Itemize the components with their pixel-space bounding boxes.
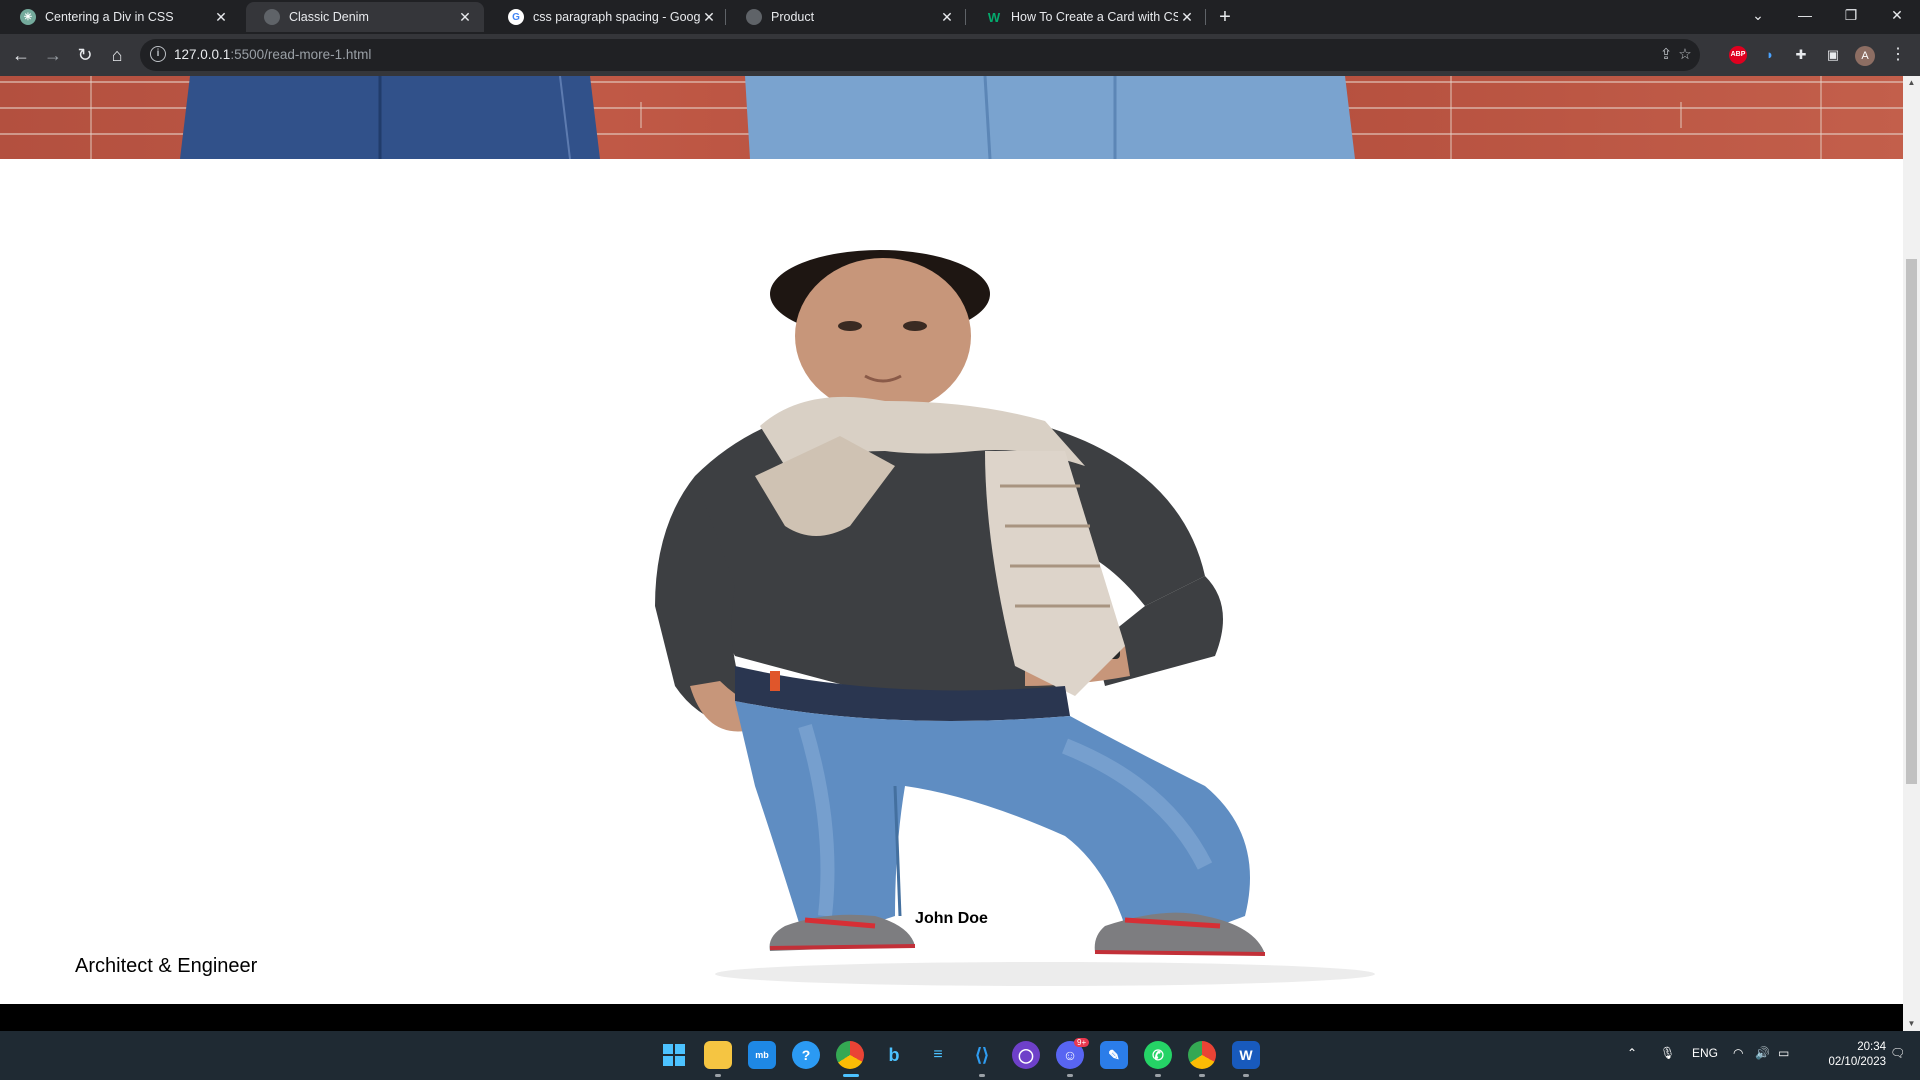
w3schools-icon: W bbox=[987, 9, 1001, 25]
github-icon[interactable]: ◯ bbox=[1012, 1041, 1040, 1069]
discord-badge: 9+ bbox=[1074, 1038, 1090, 1047]
reload-button[interactable]: ↻ bbox=[73, 43, 97, 67]
globe-icon bbox=[264, 9, 280, 25]
bing-icon[interactable]: b bbox=[880, 1041, 908, 1069]
close-icon[interactable]: ✕ bbox=[1178, 9, 1196, 26]
tab-centering-div[interactable]: ✳ Centering a Div in CSS ✕ bbox=[2, 2, 240, 32]
whatsapp-icon[interactable]: ✆ bbox=[1144, 1041, 1172, 1069]
battery-icon[interactable]: ▭ bbox=[1778, 1046, 1789, 1060]
url-path: :5500/read-more-1.html bbox=[230, 47, 372, 62]
product-image bbox=[655, 250, 1375, 986]
chrome-icon[interactable] bbox=[836, 1041, 864, 1069]
chatgpt-icon: ✳ bbox=[20, 9, 36, 25]
share-icon[interactable]: ⇪ bbox=[1656, 45, 1676, 65]
tab-search-chevron-icon[interactable]: ⌄ bbox=[1735, 0, 1781, 30]
home-button[interactable]: ⌂ bbox=[105, 43, 129, 67]
forward-button[interactable]: → bbox=[41, 43, 65, 67]
adblock-plus-icon[interactable]: ABP bbox=[1729, 46, 1747, 64]
voice-icon[interactable]: ◗ bbox=[1759, 44, 1781, 66]
tab-strip: ✳ Centering a Div in CSS ✕ Classic Denim… bbox=[0, 0, 1920, 34]
footer-bar bbox=[0, 1004, 1903, 1031]
volume-icon[interactable]: 🔊 bbox=[1755, 1046, 1770, 1060]
tab-title: Centering a Div in CSS bbox=[45, 10, 174, 24]
address-bar[interactable]: i 127.0.0.1:5500/read-more-1.html ⇪ ☆ bbox=[140, 39, 1700, 71]
scroll-down-arrow-icon[interactable]: ▼ bbox=[1903, 1017, 1920, 1031]
tab-separator bbox=[725, 9, 726, 25]
windows-start-icon[interactable] bbox=[660, 1041, 688, 1069]
minimize-button[interactable]: — bbox=[1782, 0, 1828, 30]
taskbar-indicator bbox=[715, 1074, 721, 1077]
scroll-up-arrow-icon[interactable]: ▲ bbox=[1903, 76, 1920, 90]
close-icon[interactable]: ✕ bbox=[700, 9, 718, 26]
microphone-icon[interactable]: 🎙 bbox=[1660, 1046, 1675, 1060]
browser-toolbar: ← → ↻ ⌂ i 127.0.0.1:5500/read-more-1.htm… bbox=[0, 34, 1920, 76]
product-subtitle: Architect & Engineer bbox=[75, 955, 258, 977]
snipping-tool-icon[interactable]: ✎ bbox=[1100, 1041, 1128, 1069]
tab-separator bbox=[965, 9, 966, 25]
close-icon[interactable]: ✕ bbox=[456, 9, 474, 26]
google-icon: G bbox=[508, 9, 524, 25]
file-explorer-icon[interactable] bbox=[704, 1041, 732, 1069]
back-button[interactable]: ← bbox=[9, 43, 33, 67]
new-tab-button[interactable]: + bbox=[1213, 6, 1237, 28]
notification-icon[interactable]: 🗨 bbox=[1890, 1046, 1905, 1060]
tray-chevron-icon[interactable]: ⌃ bbox=[1627, 1046, 1637, 1060]
clock-time: 20:34 bbox=[1857, 1041, 1886, 1053]
tab-w3schools-card[interactable]: W How To Create a Card with CSS ✕ bbox=[968, 2, 1206, 32]
close-icon[interactable]: ✕ bbox=[212, 9, 230, 26]
taskbar-indicator bbox=[1155, 1074, 1161, 1077]
vscode-icon[interactable]: ⟨⟩ bbox=[968, 1041, 996, 1069]
tab-title: How To Create a Card with CSS bbox=[1011, 10, 1178, 24]
close-window-button[interactable]: ✕ bbox=[1874, 0, 1920, 30]
restore-button[interactable]: ❐ bbox=[1828, 0, 1874, 30]
side-panel-icon[interactable]: ▣ bbox=[1822, 44, 1844, 66]
globe-icon bbox=[746, 9, 762, 25]
taskbar-indicator bbox=[1243, 1074, 1249, 1077]
star-icon[interactable]: ☆ bbox=[1675, 45, 1695, 65]
clock[interactable]: 20:34 02/10/2023 bbox=[1806, 1040, 1886, 1070]
jeans-leg-right bbox=[745, 76, 1355, 159]
scroll-thumb[interactable] bbox=[1906, 259, 1917, 784]
tab-classic-denim[interactable]: Classic Denim ✕ bbox=[246, 2, 484, 32]
taskbar-indicator bbox=[979, 1074, 985, 1077]
mobaxterm-icon[interactable]: mb bbox=[748, 1041, 776, 1069]
close-icon[interactable]: ✕ bbox=[938, 9, 956, 26]
page-viewport: John Doe Architect & Engineer ▲ ▼ bbox=[0, 76, 1920, 1031]
taskbar-indicator bbox=[1199, 1074, 1205, 1077]
azure-data-studio-icon[interactable]: ≡ bbox=[924, 1041, 952, 1069]
taskbar-indicator bbox=[843, 1074, 859, 1077]
vertical-scrollbar[interactable]: ▲ ▼ bbox=[1903, 76, 1920, 1031]
tab-title: Classic Denim bbox=[289, 10, 369, 24]
address-url[interactable]: 127.0.0.1:5500/read-more-1.html bbox=[174, 47, 371, 62]
tab-separator bbox=[1205, 9, 1206, 25]
url-host: 127.0.0.1 bbox=[174, 47, 231, 62]
help-icon[interactable]: ? bbox=[792, 1041, 820, 1069]
tab-title: Product bbox=[771, 10, 815, 24]
clock-date: 02/10/2023 bbox=[1828, 1056, 1886, 1068]
jeans-leg-left bbox=[180, 76, 600, 159]
chrome-profile-icon[interactable] bbox=[1188, 1041, 1216, 1069]
language-indicator[interactable]: ENG bbox=[1692, 1046, 1718, 1060]
avatar[interactable]: A bbox=[1855, 46, 1875, 66]
tab-google-search[interactable]: G css paragraph spacing - Google ✕ bbox=[490, 2, 728, 32]
windows-taskbar: mb ? b ≡ ⟨⟩ ◯ ☺ 9+ ✎ ✆ W ⌃ 🎙 ENG ◠ 🔊 ▭ 2… bbox=[0, 1031, 1920, 1080]
word-icon[interactable]: W bbox=[1232, 1041, 1260, 1069]
hero-banner-image bbox=[0, 76, 1903, 159]
wifi-icon[interactable]: ◠ bbox=[1733, 1046, 1743, 1060]
puzzle-icon[interactable]: ✚ bbox=[1790, 44, 1812, 66]
site-info-icon[interactable]: i bbox=[150, 46, 166, 62]
menu-kebab-icon[interactable]: ⋮ bbox=[1887, 44, 1909, 66]
tab-product[interactable]: Product ✕ bbox=[728, 2, 966, 32]
taskbar-indicator bbox=[1067, 1074, 1073, 1077]
tab-title: css paragraph spacing - Google bbox=[533, 10, 700, 24]
product-name: John Doe bbox=[915, 910, 988, 927]
